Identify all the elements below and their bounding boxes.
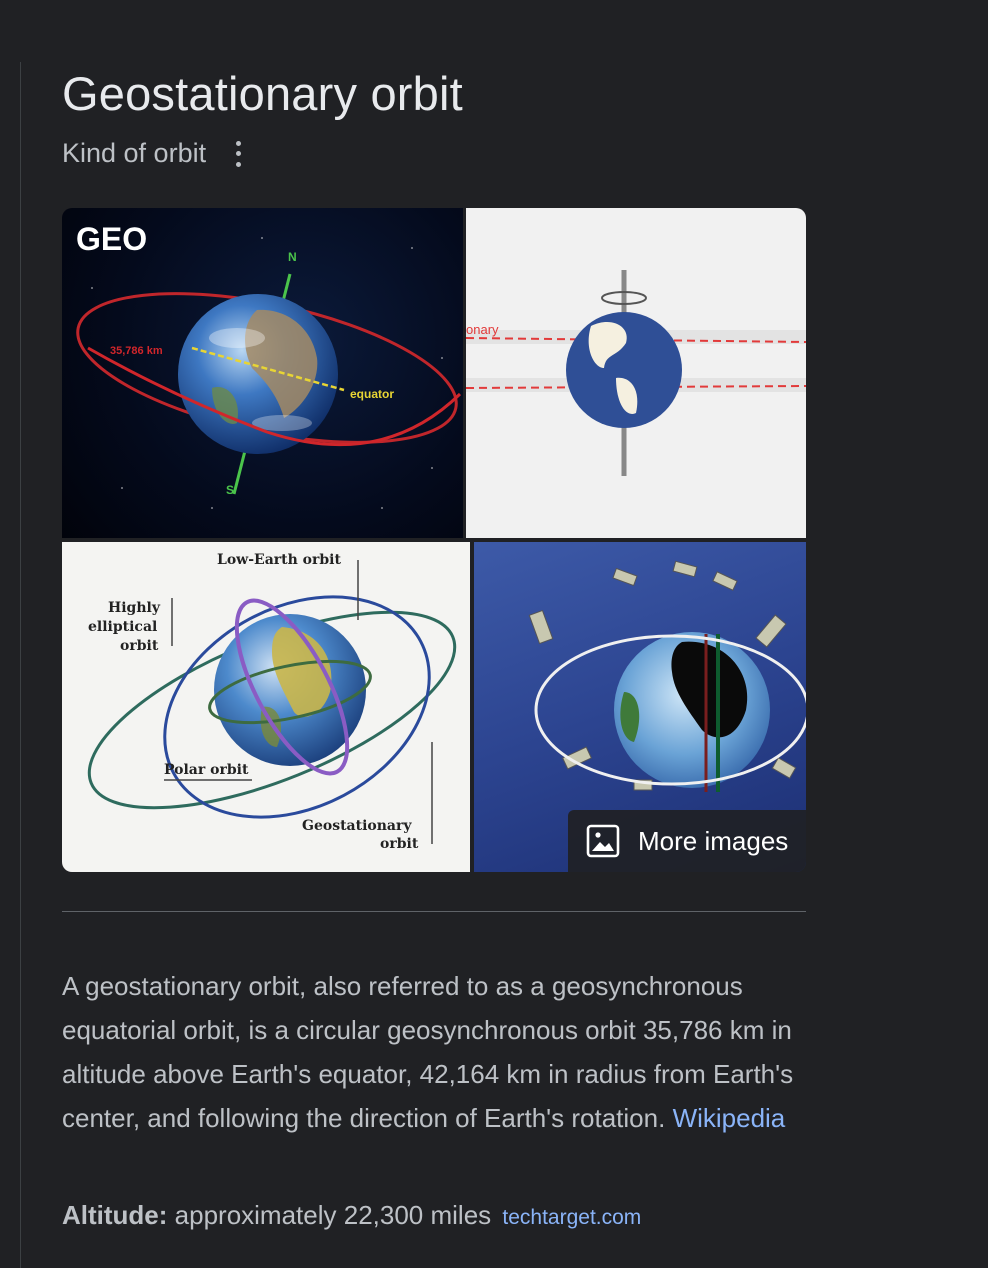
orbit-label-heo-2: elliptical — [88, 619, 157, 635]
geo-axis-north: N — [288, 250, 297, 264]
geo-top-label: GEO — [76, 221, 147, 257]
orbit-label-geo-2: orbit — [380, 836, 419, 852]
subtitle-row: Kind of orbit — [62, 138, 244, 169]
image-tile-earth-axis[interactable]: onary — [466, 208, 806, 538]
panel-title: Geostationary orbit — [62, 67, 463, 120]
fact-source-link[interactable]: techtarget.com — [502, 1206, 641, 1229]
description: A geostationary orbit, also referred to … — [62, 964, 806, 1140]
panel-subtitle: Kind of orbit — [62, 138, 207, 168]
more-images-button[interactable]: More images — [568, 810, 806, 872]
orbit-label-heo-3: orbit — [120, 638, 159, 654]
fact-row-altitude: Altitude: approximately 22,300 miles tec… — [62, 1200, 641, 1231]
image-icon — [586, 824, 620, 858]
geo-equator-label: equator — [350, 387, 394, 401]
section-divider — [62, 911, 806, 912]
orbit-label-heo-1: Highly — [108, 600, 161, 616]
image-gallery: GEO 35,786 km N S equator onary Low-Eart… — [62, 208, 806, 872]
more-images-label: More images — [638, 825, 789, 856]
fact-label[interactable]: Altitude: — [62, 1200, 167, 1230]
image-tile-orbit-types[interactable]: Low-Earth orbit Highly elliptical orbit … — [62, 542, 470, 872]
left-rule — [20, 62, 21, 1268]
geo-distance-label: 35,786 km — [110, 345, 163, 357]
orbit-label-geo-1: Geostationary — [302, 818, 412, 834]
wikipedia-link[interactable]: Wikipedia — [673, 1103, 786, 1133]
more-vert-icon[interactable] — [232, 140, 244, 167]
geo-axis-south: S — [226, 483, 234, 497]
fact-value: approximately 22,300 miles — [174, 1200, 492, 1230]
orbit-label-polar: Polar orbit — [164, 762, 249, 778]
orbit-label-leo: Low-Earth orbit — [217, 552, 342, 568]
earth-axis-partial-label: onary — [466, 322, 499, 337]
image-tile-geo[interactable]: GEO 35,786 km N S equator — [62, 208, 463, 538]
